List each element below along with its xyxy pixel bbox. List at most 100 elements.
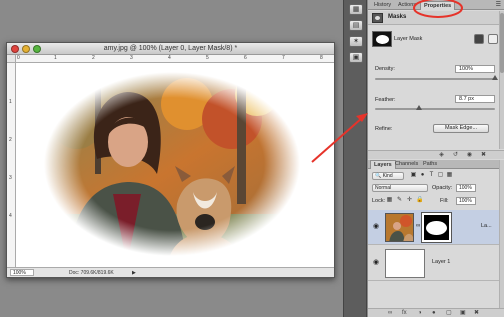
swatches-panel-icon[interactable]: ▣: [349, 52, 363, 63]
delete-layer-icon[interactable]: ✖: [474, 310, 479, 317]
layer-filter-kind-select[interactable]: 🔍 Kind: [372, 172, 404, 180]
tab-history[interactable]: History: [371, 1, 394, 10]
ruler-tick: 8: [320, 55, 323, 61]
mask-icon: [372, 13, 383, 23]
ruler-tick: 4: [168, 55, 171, 61]
layer-name[interactable]: La...: [481, 223, 492, 229]
delete-mask-icon[interactable]: ✖: [480, 152, 487, 158]
adjustment-filter-icon[interactable]: ●: [419, 172, 426, 179]
lock-position-icon[interactable]: ✛: [406, 197, 413, 204]
brush-panel-icon[interactable]: ✶: [349, 36, 363, 47]
history-panel-icon[interactable]: ▦: [349, 4, 363, 15]
tab-actions[interactable]: Actions: [395, 1, 419, 10]
panel-menu-icon[interactable]: ☰: [496, 1, 501, 8]
masks-header: Masks: [368, 11, 504, 25]
refine-label: Refine:: [375, 126, 393, 132]
opacity-label: Opacity:: [432, 185, 453, 191]
mask-link-icon[interactable]: ∞: [416, 223, 420, 229]
new-layer-icon[interactable]: ▣: [460, 310, 466, 317]
document-status-bar: 100% Doc: 709.6K/819.6K ▶: [7, 267, 334, 277]
document-size-info: Doc: 709.6K/819.6K: [69, 270, 114, 276]
actions-panel-icon[interactable]: ▤: [349, 20, 363, 31]
type-filter-icon[interactable]: T: [428, 172, 435, 179]
smart-object-filter-icon[interactable]: ▦: [446, 172, 453, 179]
photo-thumbnail: [386, 214, 413, 241]
collapsed-panel-dock: ▦ ▤ ✶ ▣: [343, 0, 367, 317]
visibility-eye-icon[interactable]: ◉: [371, 222, 381, 232]
layer-name[interactable]: Layer 1: [432, 259, 450, 265]
panel-column: History Actions Properties ☰ Masks Layer…: [368, 0, 504, 317]
ruler-tick: 1: [9, 99, 12, 105]
properties-scrollbar[interactable]: [499, 11, 504, 149]
density-field[interactable]: 100%: [455, 65, 495, 73]
new-adjustment-layer-icon[interactable]: ●: [432, 310, 436, 317]
properties-footer: ◈ ↺ ◉ ✖: [368, 150, 504, 159]
section-title: Masks: [388, 14, 407, 20]
document-title: amy.jpg @ 100% (Layer 0, Layer Mask/8) *: [103, 45, 238, 52]
add-mask-icon[interactable]: ◑: [418, 310, 422, 317]
zoom-level-field[interactable]: 100%: [10, 269, 34, 276]
ruler-tick: 2: [9, 137, 12, 143]
ruler-tick: 5: [206, 55, 209, 61]
layer-mask-row: Layer Mask: [368, 29, 504, 49]
mask-edge-button[interactable]: Mask Edge...: [433, 124, 489, 133]
layer-thumbnail: [385, 249, 425, 278]
add-vector-mask-button[interactable]: [488, 34, 498, 44]
ruler-tick: 2: [92, 55, 95, 61]
ruler-tick: 1: [54, 55, 57, 61]
disable-mask-icon[interactable]: ◉: [466, 152, 473, 158]
layer-mask-thumbnail: [372, 31, 392, 47]
vertical-ruler[interactable]: 1 2 3 4: [7, 63, 16, 267]
density-slider[interactable]: [375, 75, 498, 80]
mask-type-label: Layer Mask: [394, 36, 423, 42]
layers-scrollbar[interactable]: [499, 160, 504, 308]
properties-tab-bar: History Actions Properties ☰: [368, 0, 504, 10]
vignette-photo: [17, 64, 333, 267]
image-canvas[interactable]: [17, 64, 333, 267]
feather-slider[interactable]: [375, 105, 495, 110]
status-menu-arrow-icon[interactable]: ▶: [132, 270, 136, 276]
new-group-icon[interactable]: ▢: [446, 310, 452, 317]
layer-row-layer-0[interactable]: ◉ ∞ La...: [368, 210, 504, 245]
feather-slider-thumb[interactable]: [415, 105, 422, 110]
layers-tab-bar: Layers Channels Paths: [368, 160, 504, 169]
ruler-tick: 3: [130, 55, 133, 61]
ruler-tick: 0: [17, 55, 20, 61]
document-window: amy.jpg @ 100% (Layer 0, Layer Mask/8) *…: [6, 42, 335, 278]
ruler-tick: 4: [9, 213, 12, 219]
horizontal-ruler[interactable]: 0 1 2 3 4 5 6 7 8: [16, 55, 334, 63]
tab-channels[interactable]: Channels: [392, 160, 421, 169]
layers-footer: ∞ fx ◑ ● ▢ ▣ ✖: [368, 308, 504, 317]
lock-label: Lock:: [372, 198, 386, 204]
lock-transparent-icon[interactable]: ▦: [386, 197, 393, 204]
load-selection-icon[interactable]: ◈: [438, 152, 445, 158]
select-pixel-mask-button[interactable]: [474, 34, 484, 44]
ruler-tick: 3: [9, 175, 12, 181]
blend-mode-select[interactable]: Normal: [372, 184, 428, 192]
apply-mask-icon[interactable]: ↺: [452, 152, 459, 158]
density-slider-thumb[interactable]: [492, 75, 498, 80]
link-layers-icon[interactable]: ∞: [388, 310, 392, 317]
tab-properties[interactable]: Properties: [420, 1, 456, 10]
layer-mask-thumbnail[interactable]: [421, 212, 452, 243]
layer-style-icon[interactable]: fx: [402, 310, 407, 317]
fill-field[interactable]: 100%: [456, 197, 476, 205]
opacity-field[interactable]: 100%: [456, 184, 476, 192]
feather-label: Feather:: [375, 97, 396, 103]
tab-paths[interactable]: Paths: [420, 160, 440, 169]
document-titlebar[interactable]: amy.jpg @ 100% (Layer 0, Layer Mask/8) *: [7, 43, 334, 55]
shape-filter-icon[interactable]: ▢: [437, 172, 444, 179]
scrollbar-thumb[interactable]: [500, 13, 504, 73]
density-label: Density:: [375, 66, 395, 72]
ruler-tick: 6: [244, 55, 247, 61]
fill-label: Fill:: [440, 198, 449, 204]
ruler-tick: 7: [282, 55, 285, 61]
layer-thumbnail: [385, 213, 414, 242]
feather-field[interactable]: 8.7 px: [455, 95, 495, 103]
lock-image-icon[interactable]: ✎: [396, 197, 403, 204]
pixel-filter-icon[interactable]: ▣: [410, 172, 417, 179]
layer-row-layer-1[interactable]: ◉ Layer 1: [368, 246, 504, 281]
ruler-origin[interactable]: [7, 55, 16, 63]
lock-all-icon[interactable]: 🔒: [416, 197, 423, 204]
visibility-eye-icon[interactable]: ◉: [371, 258, 381, 268]
